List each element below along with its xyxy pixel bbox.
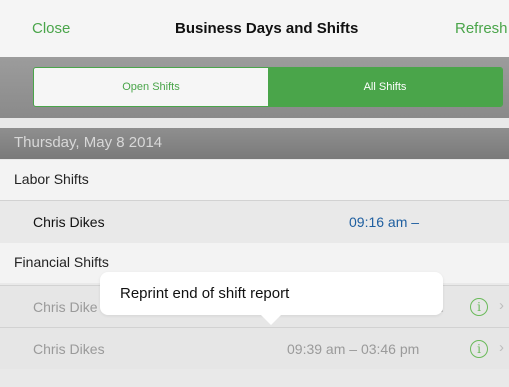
date-section-header: Thursday, May 8 2014: [0, 128, 509, 159]
reprint-shift-report-button[interactable]: Reprint end of shift report: [120, 285, 289, 302]
chevron-right-icon: ›: [499, 339, 504, 356]
segmented-control: Open Shifts All Shifts: [33, 67, 503, 107]
tab-open-shifts[interactable]: Open Shifts: [34, 68, 268, 106]
chevron-right-icon: ›: [499, 297, 504, 314]
shift-time: 09:39 am – 03:46 pm: [287, 341, 420, 357]
labor-shifts-header: Labor Shifts: [0, 160, 509, 200]
shift-employee-name: Chris Dikes: [33, 341, 105, 357]
financial-shift-row[interactable]: Chris Dikes 09:39 am – 03:46 pm i ›: [0, 327, 509, 369]
navigation-bar: Close Business Days and Shifts Refresh: [0, 0, 509, 57]
tab-all-shifts[interactable]: All Shifts: [268, 68, 502, 106]
close-button[interactable]: Close: [32, 20, 70, 37]
info-icon[interactable]: i: [470, 298, 488, 316]
shift-employee-name: Chris Dikes: [33, 214, 105, 230]
info-icon[interactable]: i: [470, 340, 488, 358]
labor-shift-row[interactable]: Chris Dikes 09:16 am –: [0, 200, 509, 242]
shift-time: 09:16 am –: [349, 214, 420, 230]
segmented-control-bar: Open Shifts All Shifts: [0, 57, 509, 118]
popover-arrow: [260, 314, 282, 325]
shift-employee-name: Chris Dike: [33, 299, 98, 315]
date-header-label: Thursday, May 8 2014: [14, 134, 163, 151]
page-title: Business Days and Shifts: [175, 20, 359, 37]
reprint-popover: Reprint end of shift report: [100, 272, 443, 315]
refresh-button[interactable]: Refresh: [455, 20, 508, 37]
financial-shifts-title: Financial Shifts: [14, 254, 109, 270]
labor-shifts-title: Labor Shifts: [14, 171, 89, 187]
